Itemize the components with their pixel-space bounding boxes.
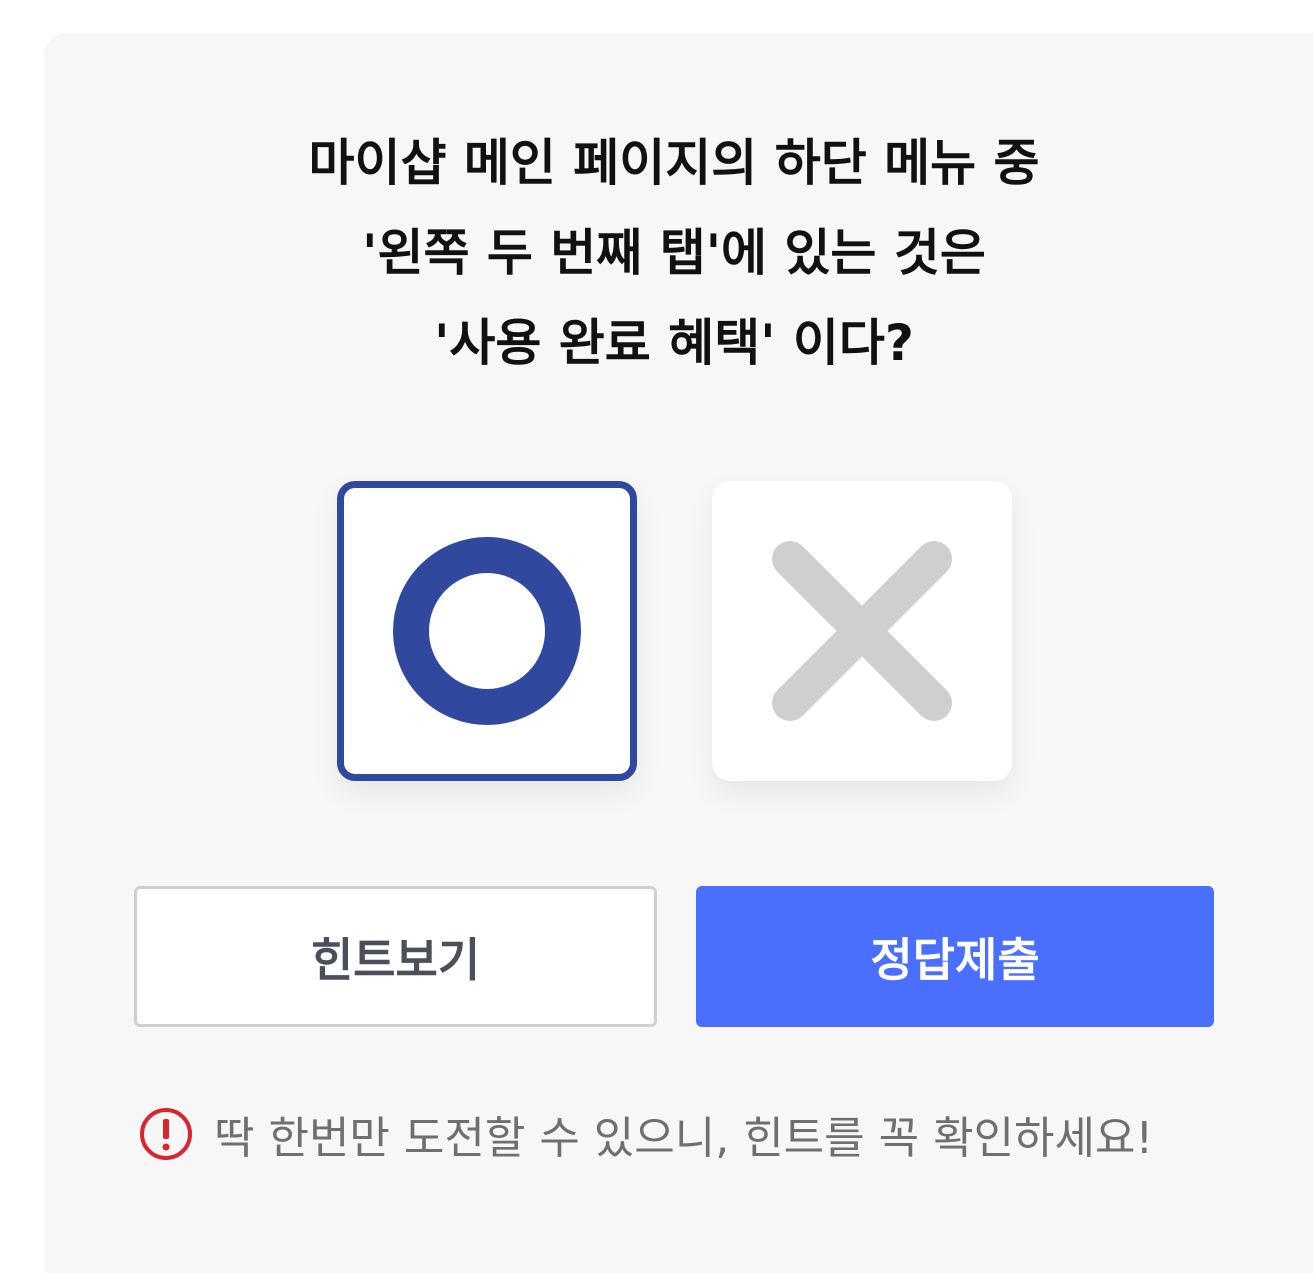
answer-o-button[interactable] xyxy=(337,481,637,781)
notice: 딱 한번만 도전할 수 있으니, 힌트를 꼭 확인하세요! xyxy=(138,1098,1238,1170)
question-line-3: '사용 완료 혜택' 이다? xyxy=(434,314,914,372)
answer-x-button[interactable] xyxy=(712,481,1012,781)
submit-answer-button[interactable]: 정답제출 xyxy=(696,886,1214,1027)
circle-o-icon xyxy=(393,537,581,725)
warning-circle-icon xyxy=(140,1108,192,1160)
question-text: 마이샵 메인 페이지의 하단 메뉴 중 '왼쪽 두 번째 탭'에 있는 것은 '… xyxy=(44,118,1304,388)
question-line-1: 마이샵 메인 페이지의 하단 메뉴 중 xyxy=(308,134,1040,192)
question-line-2: '왼쪽 두 번째 탭'에 있는 것은 xyxy=(362,224,986,282)
notice-text: 딱 한번만 도전할 수 있으니, 힌트를 꼭 확인하세요! xyxy=(214,1113,1154,1164)
x-mark-icon xyxy=(772,541,952,721)
hint-button[interactable]: 힌트보기 xyxy=(134,886,657,1027)
